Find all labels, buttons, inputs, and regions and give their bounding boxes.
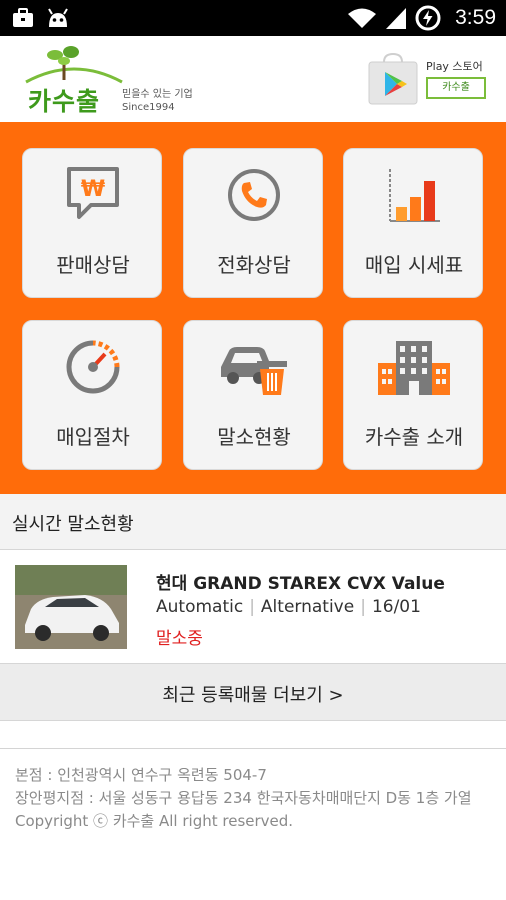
car-trash-icon	[221, 347, 287, 395]
menu-grid: ₩ 판매상담 전화상담 매입 시세표 매입절차 말소현황 카수출 소개	[0, 122, 506, 494]
play-store-button[interactable]: 카수출	[426, 77, 486, 99]
footer: 본점 : 인천광역시 연수구 옥련동 504-7 장안평지점 : 서울 성동구 …	[15, 764, 495, 833]
battery-charging-icon	[415, 5, 441, 31]
phone-icon	[228, 169, 280, 221]
tile-label: 매입절차	[56, 425, 130, 449]
car-fuel: Alternative	[260, 597, 355, 617]
spec-separator: |	[360, 597, 366, 617]
phone-consult-tile[interactable]: 전화상담	[183, 148, 323, 298]
section-title: 실시간 말소현황	[12, 514, 134, 535]
building-icon	[378, 341, 450, 395]
app-header: 카수출 믿을수 있는 기업 Since1994 Play 스토어 카수출	[0, 36, 506, 122]
tile-label: 말소현황	[217, 425, 291, 449]
gauge-icon	[66, 340, 120, 394]
car-transmission: Automatic	[156, 597, 244, 617]
more-listings-button[interactable]: 최근 등록매물 더보기 >	[0, 663, 506, 721]
footer-copyright: Copyright ⓒ 카수출 All right reserved.	[15, 812, 294, 830]
briefcase-icon	[13, 8, 33, 27]
footer-address-main: 본점 : 인천광역시 연수구 옥련동 504-7	[15, 766, 267, 784]
logo-since-text: Since1994	[122, 102, 175, 113]
sales-consult-tile[interactable]: ₩ 판매상담	[22, 148, 162, 298]
wifi-icon	[348, 8, 377, 28]
play-store-label: Play 스토어	[426, 60, 483, 73]
car-title: 현대 GRAND STAREX CVX Value	[156, 574, 445, 594]
bar-chart-icon	[389, 169, 440, 222]
svg-text:₩: ₩	[81, 177, 105, 202]
won-speech-bubble-icon: ₩	[67, 167, 119, 219]
deregistration-status-tile[interactable]: 말소현황	[183, 320, 323, 470]
tile-label: 판매상담	[56, 253, 130, 277]
price-table-tile[interactable]: 매입 시세표	[343, 148, 483, 298]
logo-name: 카수출	[28, 87, 101, 116]
footer-address-branch: 장안평지점 : 서울 성동구 용답동 234 한국자동차매매단지 D동 1층 가…	[15, 789, 472, 807]
logo[interactable]: 카수출 믿을수 있는 기업 Since1994	[24, 44, 204, 116]
spec-separator: |	[249, 597, 255, 617]
company-intro-tile[interactable]: 카수출 소개	[343, 320, 483, 470]
play-store-icon	[368, 52, 418, 105]
car-date: 16/01	[371, 597, 421, 617]
more-listings-label: 최근 등록매물 더보기 >	[162, 685, 344, 706]
car-status: 말소중	[156, 629, 203, 649]
car-photo	[15, 565, 127, 649]
logo-tagline-text: 믿을수 있는 기업	[122, 89, 193, 100]
clock-time: 3:59	[455, 6, 496, 29]
status-bar: 3:59	[0, 0, 506, 36]
tile-label: 카수출 소개	[364, 425, 464, 449]
tile-label: 전화상담	[217, 253, 291, 277]
play-store-link[interactable]: Play 스토어 카수출	[366, 52, 490, 112]
tile-label: 매입 시세표	[364, 253, 464, 277]
car-specs: Automatic | Alternative | 16/01	[156, 597, 421, 617]
logo-tagline: 믿을수 있는 기업 Since1994	[122, 88, 193, 114]
purchase-process-tile[interactable]: 매입절차	[22, 320, 162, 470]
car-list-item[interactable]: 현대 GRAND STAREX CVX Value Automatic | Alte…	[0, 551, 506, 663]
footer-divider	[0, 748, 506, 749]
signal-icon	[386, 8, 407, 29]
android-icon	[48, 8, 68, 27]
live-status-heading: 실시간 말소현황	[0, 494, 506, 550]
